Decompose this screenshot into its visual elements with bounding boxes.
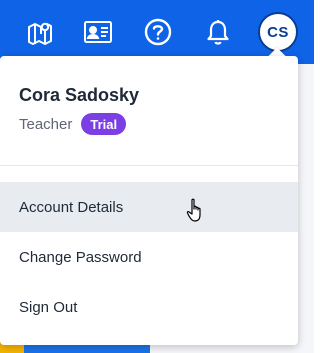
hand-cursor-icon bbox=[186, 198, 206, 229]
map-icon[interactable] bbox=[22, 14, 58, 50]
help-icon[interactable] bbox=[140, 14, 176, 50]
user-role: Teacher bbox=[19, 115, 73, 133]
user-role-line: Teacher Trial bbox=[19, 113, 127, 135]
id-card-icon[interactable] bbox=[80, 14, 116, 50]
account-dropdown-menu: Cora Sadosky Teacher Trial Account Detai… bbox=[0, 56, 298, 345]
bell-icon[interactable] bbox=[200, 14, 236, 50]
change-password-item[interactable]: Change Password bbox=[0, 232, 298, 282]
menu-divider bbox=[0, 165, 298, 166]
top-nav-bar: CS bbox=[0, 0, 314, 64]
trial-badge: Trial bbox=[81, 113, 127, 135]
user-name: Cora Sadosky bbox=[19, 85, 140, 105]
user-avatar-button[interactable]: CS bbox=[258, 12, 298, 52]
avatar-initials: CS bbox=[267, 23, 289, 41]
sign-out-item[interactable]: Sign Out bbox=[0, 282, 298, 332]
account-details-item[interactable]: Account Details bbox=[0, 182, 298, 232]
